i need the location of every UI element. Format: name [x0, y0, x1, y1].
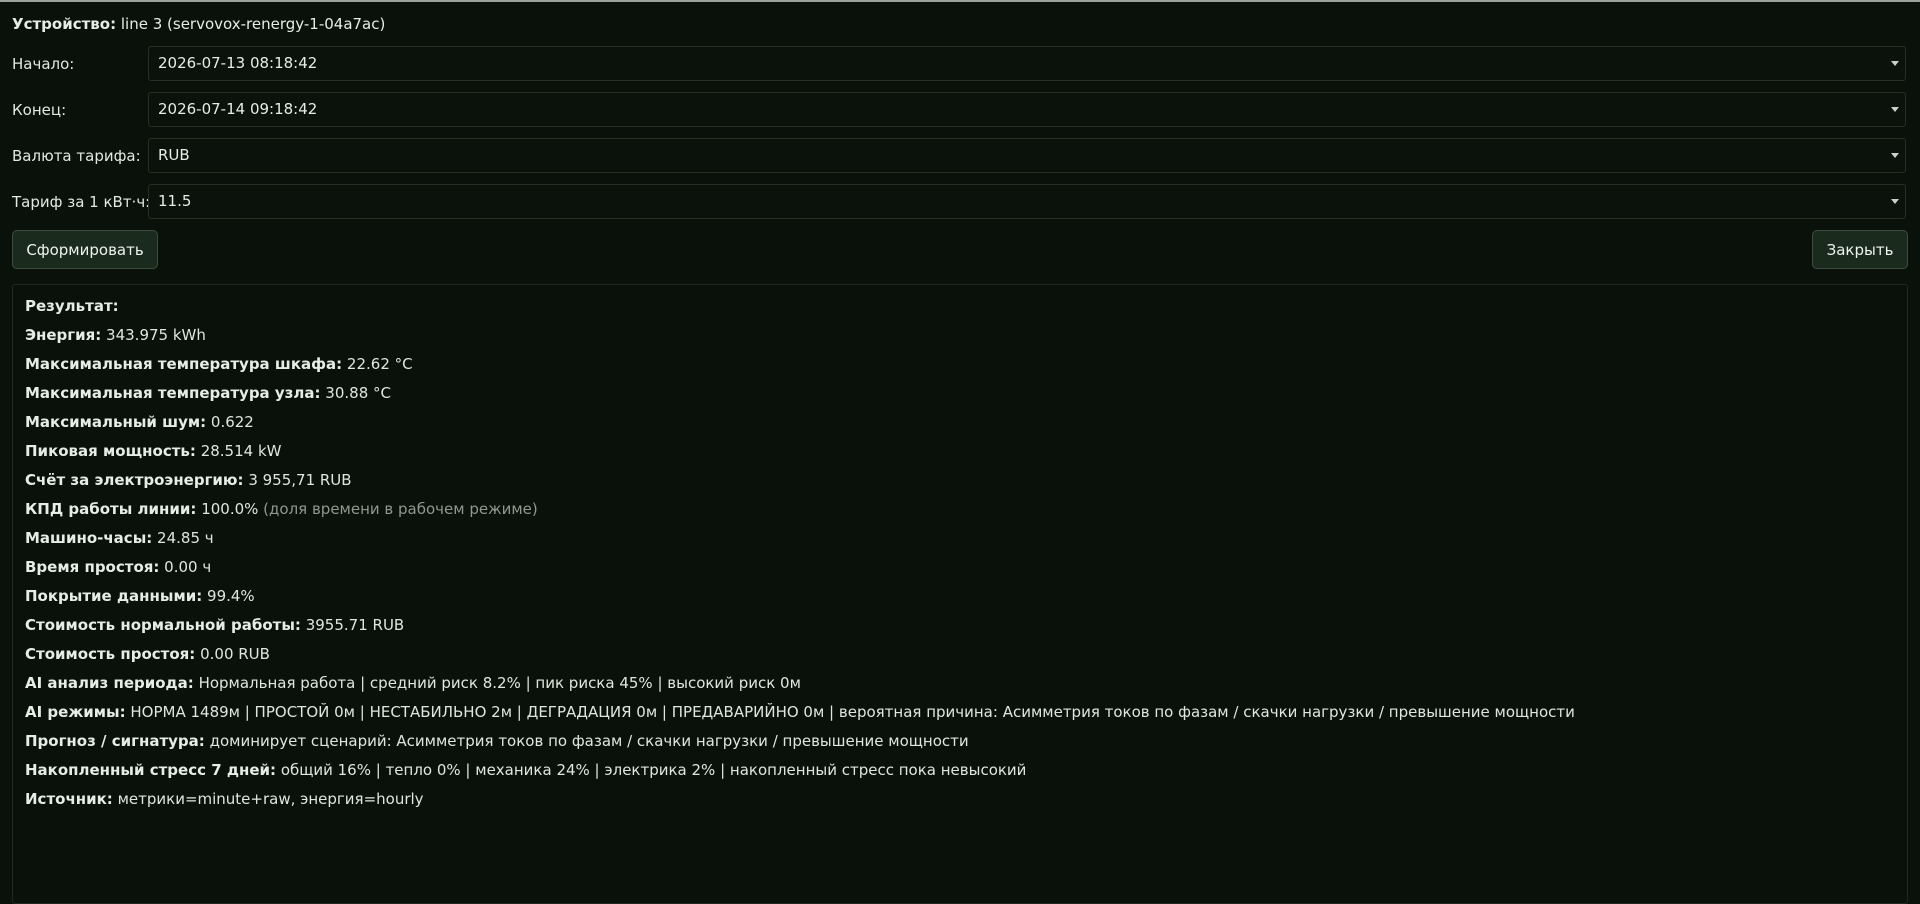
result-value: 30.88 °C [325, 384, 391, 402]
result-value: 0.00 ч [164, 558, 212, 576]
result-note: (доля времени в рабочем режиме) [263, 500, 538, 518]
result-key: КПД работы линии: [25, 500, 197, 518]
result-value: 22.62 °C [346, 355, 413, 373]
result-panel: Результат: Энергия: 343.975 kWh Максимал… [12, 284, 1908, 904]
result-value: 3955.71 RUB [305, 616, 405, 634]
result-line-source: Источник: метрики=minute+raw, энергия=ho… [25, 790, 424, 808]
chevron-down-icon [1891, 61, 1899, 66]
result-line-noise: Максимальный шум: 0.622 [25, 413, 254, 431]
result-value: Нормальная работа | средний риск 8.2% | … [198, 674, 801, 692]
start-label: Начало: [12, 55, 75, 73]
result-line-peak-power: Пиковая мощность: 28.514 kW [25, 442, 281, 460]
result-line-cabinet-temp: Максимальная температура шкафа: 22.62 °C [25, 355, 413, 373]
chevron-down-icon [1891, 199, 1899, 204]
result-line-energy: Энергия: 343.975 kWh [25, 326, 206, 344]
result-line-coverage: Покрытие данными: 99.4% [25, 587, 255, 605]
top-border [0, 0, 1920, 2]
result-key: Покрытие данными: [25, 587, 203, 605]
device-label: Устройство: [12, 15, 117, 33]
result-value: доминирует сценарий: Асимметрия токов по… [209, 732, 969, 750]
result-key: Счёт за электроэнергию: [25, 471, 244, 489]
result-line-normal-cost: Стоимость нормальной работы: 3955.71 RUB [25, 616, 404, 634]
result-value: 343.975 kWh [106, 326, 206, 344]
end-row: Конец: 2026-07-14 09:18:42 [12, 92, 1908, 129]
result-line-machine-hours: Машино-часы: 24.85 ч [25, 529, 214, 547]
end-value: 2026-07-14 09:18:42 [158, 100, 318, 118]
result-key: Максимальная температура шкафа: [25, 355, 343, 373]
start-value: 2026-07-13 08:18:42 [158, 54, 318, 72]
currency-label: Валюта тарифа: [12, 147, 141, 165]
currency-select[interactable]: RUB [148, 138, 1906, 173]
result-key: Максимальная температура узла: [25, 384, 321, 402]
result-key: Стоимость простоя: [25, 645, 196, 663]
currency-row: Валюта тарифа: RUB [12, 138, 1908, 175]
tariff-label: Тариф за 1 кВт·ч: [12, 193, 151, 211]
device-info: Устройство: line 3 (servovox-renergy-1-0… [12, 15, 385, 33]
result-line-bill: Счёт за электроэнергию: 3 955,71 RUB [25, 471, 352, 489]
result-line-efficiency: КПД работы линии: 100.0% (доля времени в… [25, 500, 538, 518]
result-value: 3 955,71 RUB [248, 471, 352, 489]
chevron-down-icon [1891, 153, 1899, 158]
device-value: line 3 (servovox-renergy-1-04a7ac) [120, 15, 386, 33]
close-button[interactable]: Закрыть [1812, 230, 1908, 269]
result-value: 24.85 ч [157, 529, 214, 547]
result-line-forecast: Прогноз / сигнатура: доминирует сценарий… [25, 732, 969, 750]
result-value: 99.4% [207, 587, 255, 605]
start-row: Начало: 2026-07-13 08:18:42 [12, 46, 1908, 83]
result-key: Максимальный шум: [25, 413, 207, 431]
result-key: AI режимы: [25, 703, 126, 721]
tariff-value: 11.5 [158, 192, 192, 210]
start-select[interactable]: 2026-07-13 08:18:42 [148, 46, 1906, 81]
generate-button[interactable]: Сформировать [12, 230, 158, 269]
result-value: общий 16% | тепло 0% | механика 24% | эл… [280, 761, 1027, 779]
currency-value: RUB [158, 146, 190, 164]
chevron-down-icon [1891, 107, 1899, 112]
report-page: Устройство: line 3 (servovox-renergy-1-0… [0, 0, 1920, 904]
result-line-ai-modes: AI режимы: НОРМА 1489м | ПРОСТОЙ 0м | НЕ… [25, 703, 1575, 721]
result-key: Энергия: [25, 326, 102, 344]
end-label: Конец: [12, 101, 67, 119]
result-key: Накопленный стресс 7 дней: [25, 761, 277, 779]
result-line-stress: Накопленный стресс 7 дней: общий 16% | т… [25, 761, 1026, 779]
result-line-ai-analysis: AI анализ периода: Нормальная работа | с… [25, 674, 801, 692]
result-key: Машино-часы: [25, 529, 153, 547]
result-title: Результат: [25, 297, 119, 315]
result-key: Стоимость нормальной работы: [25, 616, 301, 634]
result-value: НОРМА 1489м | ПРОСТОЙ 0м | НЕСТАБИЛЬНО 2… [130, 703, 1575, 721]
result-key: Пиковая мощность: [25, 442, 196, 460]
result-value: 0.622 [210, 413, 254, 431]
result-key: Прогноз / сигнатура: [25, 732, 205, 750]
result-key: AI анализ периода: [25, 674, 194, 692]
tariff-select[interactable]: 11.5 [148, 184, 1906, 219]
result-line-downtime: Время простоя: 0.00 ч [25, 558, 211, 576]
result-key: Время простоя: [25, 558, 160, 576]
result-key: Источник: [25, 790, 113, 808]
result-value: 100.0% [201, 500, 259, 518]
result-value: 28.514 kW [200, 442, 282, 460]
tariff-row: Тариф за 1 кВт·ч: 11.5 [12, 184, 1908, 221]
result-value: 0.00 RUB [200, 645, 270, 663]
result-line-node-temp: Максимальная температура узла: 30.88 °C [25, 384, 391, 402]
end-select[interactable]: 2026-07-14 09:18:42 [148, 92, 1906, 127]
result-value: метрики=minute+raw, энергия=hourly [117, 790, 424, 808]
result-line-downtime-cost: Стоимость простоя: 0.00 RUB [25, 645, 270, 663]
